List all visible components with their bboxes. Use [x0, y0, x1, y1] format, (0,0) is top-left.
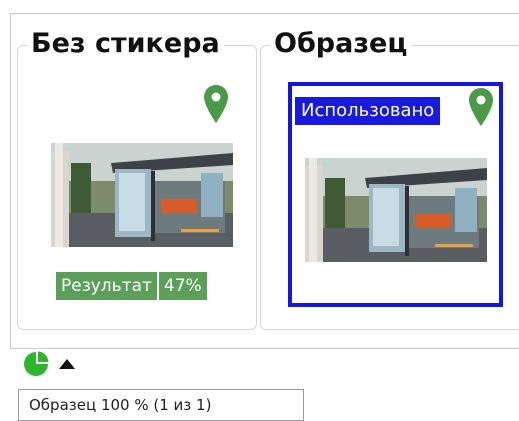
result-value: 47% — [158, 272, 207, 300]
caret-up-icon[interactable] — [59, 359, 75, 369]
used-badge: Использовано — [295, 97, 441, 125]
bus-stop-image — [51, 143, 233, 247]
result-photo[interactable] — [51, 143, 233, 247]
sample-title: Образец — [270, 28, 412, 60]
result-row: Результат 47% — [56, 272, 207, 300]
status-tooltip: Образец 100 % (1 из 1) — [18, 389, 304, 421]
result-label: Результат — [56, 272, 157, 300]
pie-chart-icon[interactable] — [22, 350, 50, 378]
map-pin-icon[interactable] — [468, 87, 494, 127]
bus-stop-image — [305, 158, 487, 262]
map-pin-icon[interactable] — [203, 84, 229, 124]
sample-photo[interactable] — [305, 158, 487, 262]
without-sticker-title: Без стикера — [27, 28, 224, 60]
